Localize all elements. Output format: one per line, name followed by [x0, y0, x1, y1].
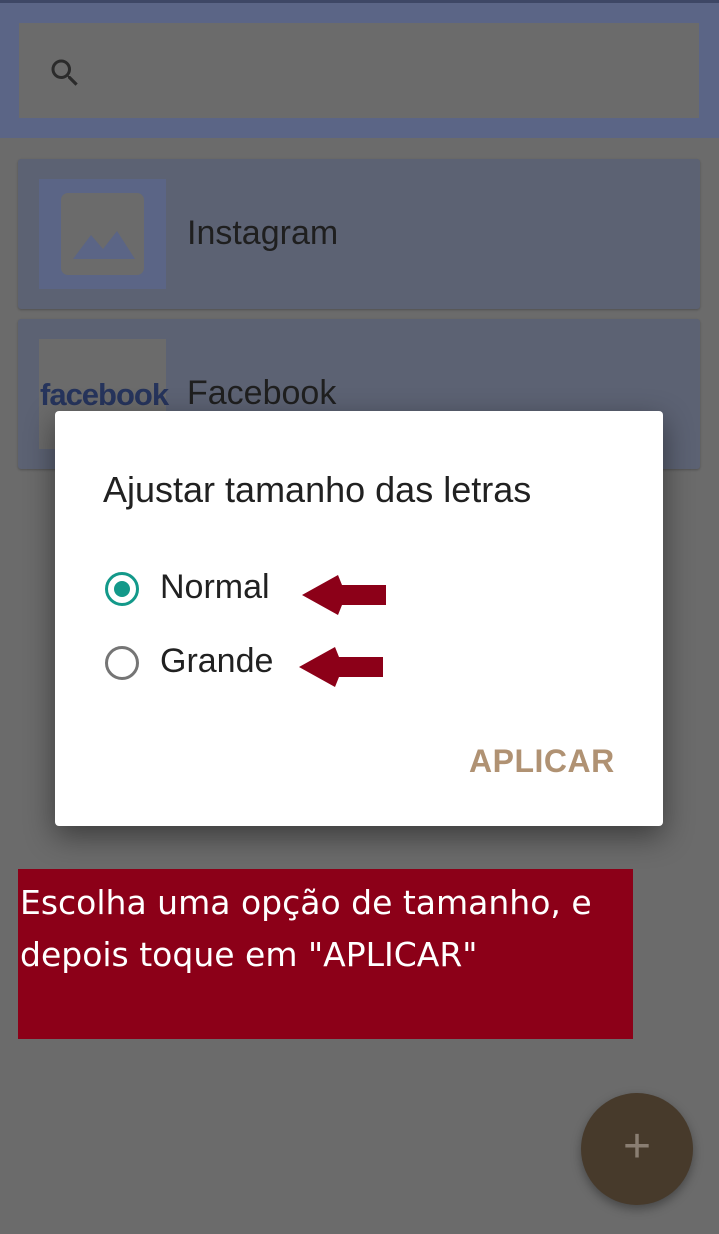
facebook-logo-text: facebook — [40, 377, 169, 412]
radio-label-grande: Grande — [160, 642, 274, 680]
search-icon[interactable] — [47, 55, 83, 91]
app-name: Instagram — [187, 214, 339, 252]
pointer-arrow-icon — [299, 647, 383, 687]
instruction-text: Escolha uma opção de tamanho, e depois t… — [20, 877, 632, 981]
image-placeholder-icon — [39, 179, 166, 289]
pointer-arrow-icon — [302, 575, 386, 615]
font-size-dialog: Ajustar tamanho das letras Normal Grande… — [55, 411, 663, 826]
app-name: Facebook — [187, 374, 337, 412]
radio-button-checked[interactable] — [105, 572, 139, 606]
instruction-line: Escolha uma opção de tamanho, e — [20, 883, 592, 922]
search-input[interactable] — [19, 23, 699, 118]
dialog-title: Ajustar tamanho das letras — [103, 469, 532, 510]
app-card-instagram[interactable]: Instagram — [18, 159, 700, 309]
instruction-banner: Escolha uma opção de tamanho, e depois t… — [18, 869, 633, 1039]
add-button[interactable]: + — [581, 1093, 693, 1205]
instruction-line: depois toque em "APLICAR" — [20, 935, 478, 974]
plus-icon: + — [622, 1120, 652, 1173]
apply-button[interactable]: APLICAR — [469, 743, 615, 780]
search-bar — [0, 3, 719, 138]
radio-label-normal: Normal — [160, 568, 270, 606]
radio-button-unchecked[interactable] — [105, 646, 139, 680]
